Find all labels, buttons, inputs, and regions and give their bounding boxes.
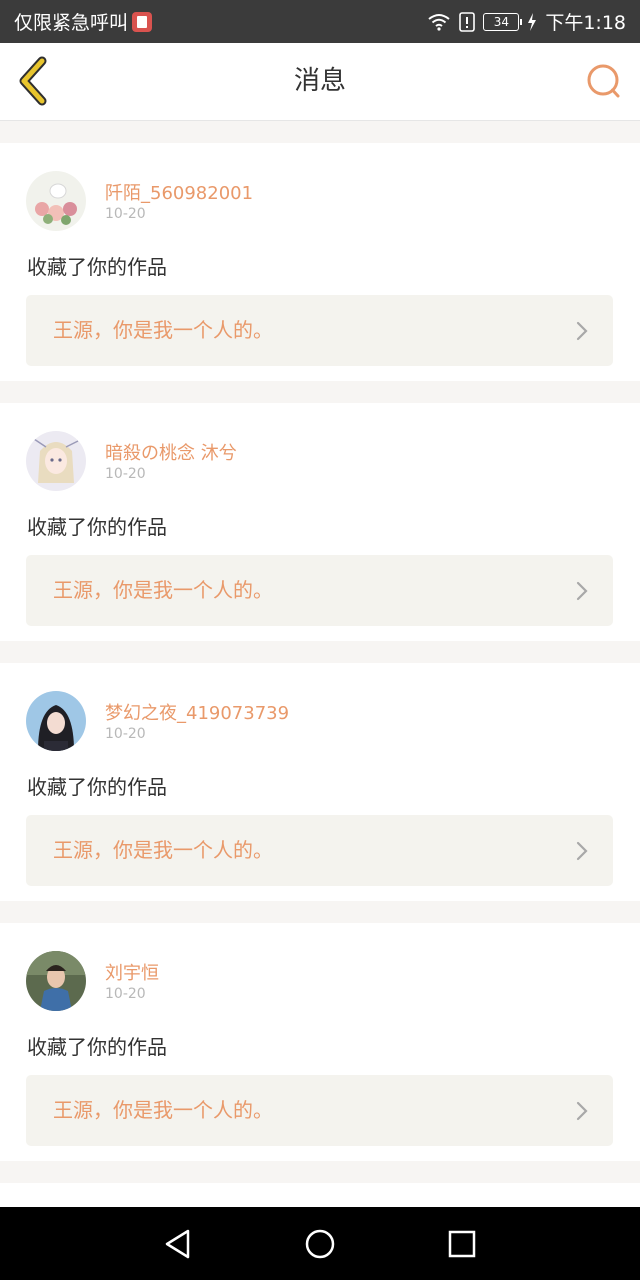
page-title: 消息 <box>293 66 346 96</box>
nav-back-button[interactable] <box>160 1226 196 1262</box>
system-nav-bar <box>0 1207 640 1280</box>
charging-icon <box>528 12 537 31</box>
battery-icon: 34 <box>483 12 523 31</box>
work-link[interactable]: 王源，你是我一个人的。 <box>26 295 613 366</box>
square-recents-icon <box>448 1230 476 1258</box>
search-icon <box>587 64 620 98</box>
status-bar: 仅限紧急呼叫 34 下午1:18 <box>0 0 640 43</box>
chevron-right-icon <box>576 581 588 601</box>
work-link[interactable]: 王源，你是我一个人的。 <box>26 815 613 886</box>
top-app-bar: 消息 <box>0 43 640 121</box>
nav-recents-button[interactable] <box>444 1226 480 1262</box>
message-card: 刘宇恒 10-20 收藏了你的作品 王源，你是我一个人的。 <box>0 923 640 1161</box>
avatar-image <box>26 431 86 491</box>
status-left: 仅限紧急呼叫 <box>14 8 153 35</box>
username[interactable]: 刘宇恒 <box>105 959 159 985</box>
action-text: 收藏了你的作品 <box>27 515 167 539</box>
notification-app-icon <box>132 11 153 32</box>
work-title: 王源，你是我一个人的。 <box>53 1098 273 1122</box>
wifi-icon <box>428 13 450 31</box>
avatar-image <box>26 691 86 751</box>
chevron-right-icon <box>576 1101 588 1121</box>
work-link[interactable]: 王源，你是我一个人的。 <box>26 1075 613 1146</box>
avatar[interactable] <box>26 171 86 231</box>
chevron-right-icon <box>576 321 588 341</box>
battery-level: 34 <box>493 14 509 29</box>
work-title: 王源，你是我一个人的。 <box>53 838 273 862</box>
work-title: 王源，你是我一个人的。 <box>53 318 273 342</box>
action-text: 收藏了你的作品 <box>27 255 167 279</box>
alert-icon <box>459 11 476 32</box>
avatar-image <box>26 951 86 1011</box>
message-date: 10-20 <box>105 986 146 1002</box>
username[interactable]: 阡陌_560982001 <box>105 179 253 205</box>
message-card: 梦幻之夜_419073739 10-20 收藏了你的作品 王源，你是我一个人的。 <box>0 663 640 901</box>
avatar-image <box>26 171 86 231</box>
username[interactable]: 梦幻之夜_419073739 <box>105 699 289 725</box>
search-button[interactable] <box>584 61 626 103</box>
message-date: 10-20 <box>105 466 146 482</box>
message-date: 10-20 <box>105 726 146 742</box>
work-title: 王源，你是我一个人的。 <box>53 578 273 602</box>
action-text: 收藏了你的作品 <box>27 1035 167 1059</box>
message-card: 暗殺の桃念 沐兮 10-20 收藏了你的作品 王源，你是我一个人的。 <box>0 403 640 641</box>
avatar[interactable] <box>26 691 86 751</box>
circle-home-icon <box>305 1229 335 1259</box>
chevron-right-icon <box>576 841 588 861</box>
nav-home-button[interactable] <box>302 1226 338 1262</box>
message-date: 10-20 <box>105 206 146 222</box>
status-right: 34 下午1:18 <box>427 8 626 35</box>
username[interactable]: 暗殺の桃念 沐兮 <box>105 439 237 465</box>
avatar[interactable] <box>26 431 86 491</box>
message-list: 阡陌_560982001 10-20 收藏了你的作品 王源，你是我一个人的。 暗… <box>0 121 640 1213</box>
action-text: 收藏了你的作品 <box>27 775 167 799</box>
avatar[interactable] <box>26 951 86 1011</box>
message-card: 阡陌_560982001 10-20 收藏了你的作品 王源，你是我一个人的。 <box>0 143 640 381</box>
work-link[interactable]: 王源，你是我一个人的。 <box>26 555 613 626</box>
carrier-text: 仅限紧急呼叫 <box>14 12 129 34</box>
triangle-back-icon <box>165 1229 190 1259</box>
status-time: 下午1:18 <box>545 12 626 34</box>
